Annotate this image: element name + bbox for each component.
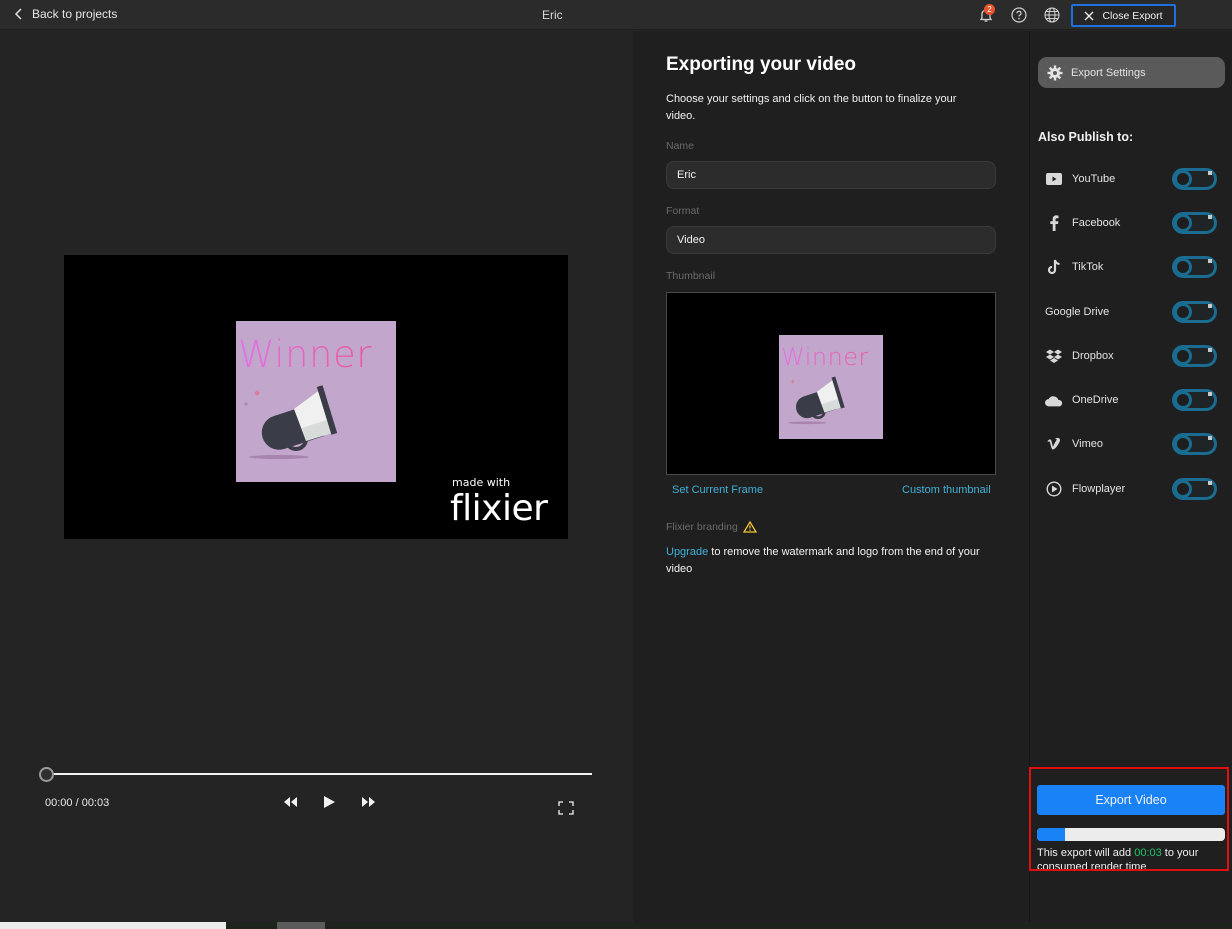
export-progress-bar	[1037, 828, 1225, 841]
facebook-icon	[1045, 214, 1063, 232]
facebook-toggle[interactable]	[1172, 212, 1217, 234]
fast-forward-button[interactable]	[359, 794, 377, 810]
tiktok-toggle[interactable]	[1172, 256, 1217, 278]
thumbnail-label: Thumbnail	[666, 270, 716, 282]
watermark-flixier-logo: flixier	[450, 488, 548, 529]
dropbox-icon	[1045, 347, 1063, 365]
globe-icon	[1044, 7, 1060, 23]
also-publish-heading: Also Publish to:	[1038, 130, 1134, 144]
close-export-button[interactable]: Close Export	[1071, 4, 1176, 27]
name-input[interactable]: Eric	[666, 161, 996, 189]
publish-label: Flowplayer	[1072, 483, 1126, 495]
publish-label: Google Drive	[1045, 306, 1110, 318]
publish-flowplayer: Flowplayer	[1045, 477, 1225, 501]
back-label: Back to projects	[32, 7, 118, 21]
export-settings-label: Export Settings	[1071, 66, 1146, 79]
youtube-icon	[1045, 170, 1063, 188]
google-drive-toggle[interactable]	[1172, 301, 1217, 323]
render-note-prefix: This export will add	[1037, 847, 1135, 859]
video-preview-panel: Winner made with flixier 00:00 / 00:03	[0, 31, 633, 922]
project-title: Eric	[542, 8, 563, 22]
publish-label: OneDrive	[1072, 394, 1119, 406]
publish-youtube: YouTube	[1045, 167, 1225, 191]
publish-label: TikTok	[1072, 261, 1104, 273]
export-video-button[interactable]: Export Video	[1037, 785, 1225, 815]
rewind-button[interactable]	[282, 794, 300, 810]
thumbnail-preview: Winner	[666, 292, 996, 475]
publish-google-drive: Google Drive	[1045, 300, 1225, 324]
upgrade-notice-text: to remove the watermark and logo from th…	[666, 546, 980, 575]
top-bar: Back to projects Eric 2 Close Export	[0, 0, 1232, 30]
time-display: 00:00 / 00:03	[45, 797, 110, 809]
export-settings-panel: Exporting your video Choose your setting…	[633, 31, 1029, 922]
publish-tiktok: TikTok	[1045, 255, 1225, 279]
vimeo-toggle[interactable]	[1172, 433, 1217, 455]
close-export-label: Close Export	[1102, 9, 1163, 22]
scrubber-handle[interactable]	[39, 767, 54, 782]
upgrade-notice: Upgrade to remove the watermark and logo…	[666, 544, 1001, 578]
warning-icon	[742, 521, 757, 533]
gear-icon	[1047, 65, 1063, 80]
tiktok-icon	[1045, 258, 1063, 276]
publish-dropbox: Dropbox	[1045, 344, 1225, 368]
onedrive-icon	[1045, 391, 1063, 409]
render-note-time: 00:03	[1134, 847, 1162, 859]
chevron-left-icon	[14, 8, 22, 20]
format-select[interactable]: Video	[666, 226, 996, 254]
custom-thumbnail-link[interactable]: Custom thumbnail	[902, 484, 991, 496]
help-icon	[1011, 7, 1027, 23]
megaphone-icon	[787, 376, 845, 425]
video-artwork: Winner	[236, 321, 396, 482]
publish-label: Dropbox	[1072, 350, 1114, 362]
branding-label: Flixier branding	[666, 521, 738, 533]
export-progress-fill	[1037, 828, 1066, 841]
megaphone-icon	[244, 385, 338, 459]
publish-label: YouTube	[1072, 173, 1116, 185]
set-current-frame-link[interactable]: Set Current Frame	[672, 484, 763, 496]
flowplayer-toggle[interactable]	[1172, 478, 1217, 500]
panel-title: Exporting your video	[666, 54, 857, 75]
dropbox-toggle[interactable]	[1172, 345, 1217, 367]
play-button[interactable]	[320, 794, 338, 810]
flowplayer-icon	[1045, 480, 1063, 498]
bottom-strip-light	[0, 922, 226, 929]
timeline-scrubber[interactable]	[45, 773, 592, 775]
onedrive-toggle[interactable]	[1172, 389, 1217, 411]
branding-label-row: Flixier branding	[666, 521, 757, 533]
notifications-button[interactable]: 2	[976, 4, 996, 25]
publish-label: Vimeo	[1072, 438, 1103, 450]
intro-text: Choose your settings and click on the bu…	[666, 93, 957, 122]
publish-onedrive: OneDrive	[1045, 388, 1225, 412]
publish-vimeo: Vimeo	[1045, 432, 1225, 456]
notification-badge: 2	[984, 4, 995, 15]
close-icon	[1084, 11, 1094, 20]
publish-facebook: Facebook	[1045, 211, 1225, 235]
help-button[interactable]	[1009, 5, 1029, 25]
youtube-toggle[interactable]	[1172, 168, 1217, 190]
language-button[interactable]	[1042, 5, 1062, 25]
publish-label: Facebook	[1072, 217, 1121, 229]
thumbnail-artwork: Winner	[779, 335, 883, 439]
vimeo-icon	[1045, 435, 1063, 453]
fullscreen-button[interactable]	[558, 801, 574, 815]
export-settings-button[interactable]: Export Settings	[1038, 57, 1225, 88]
back-to-projects-link[interactable]: Back to projects	[14, 7, 117, 21]
video-player[interactable]: Winner made with flixier	[64, 255, 568, 539]
bottom-strip-gray	[277, 922, 325, 929]
upgrade-link[interactable]: Upgrade	[666, 546, 708, 558]
format-label: Format	[666, 205, 700, 217]
render-time-note: This export will add 00:03 to your consu…	[1037, 846, 1225, 869]
name-label: Name	[666, 140, 695, 152]
